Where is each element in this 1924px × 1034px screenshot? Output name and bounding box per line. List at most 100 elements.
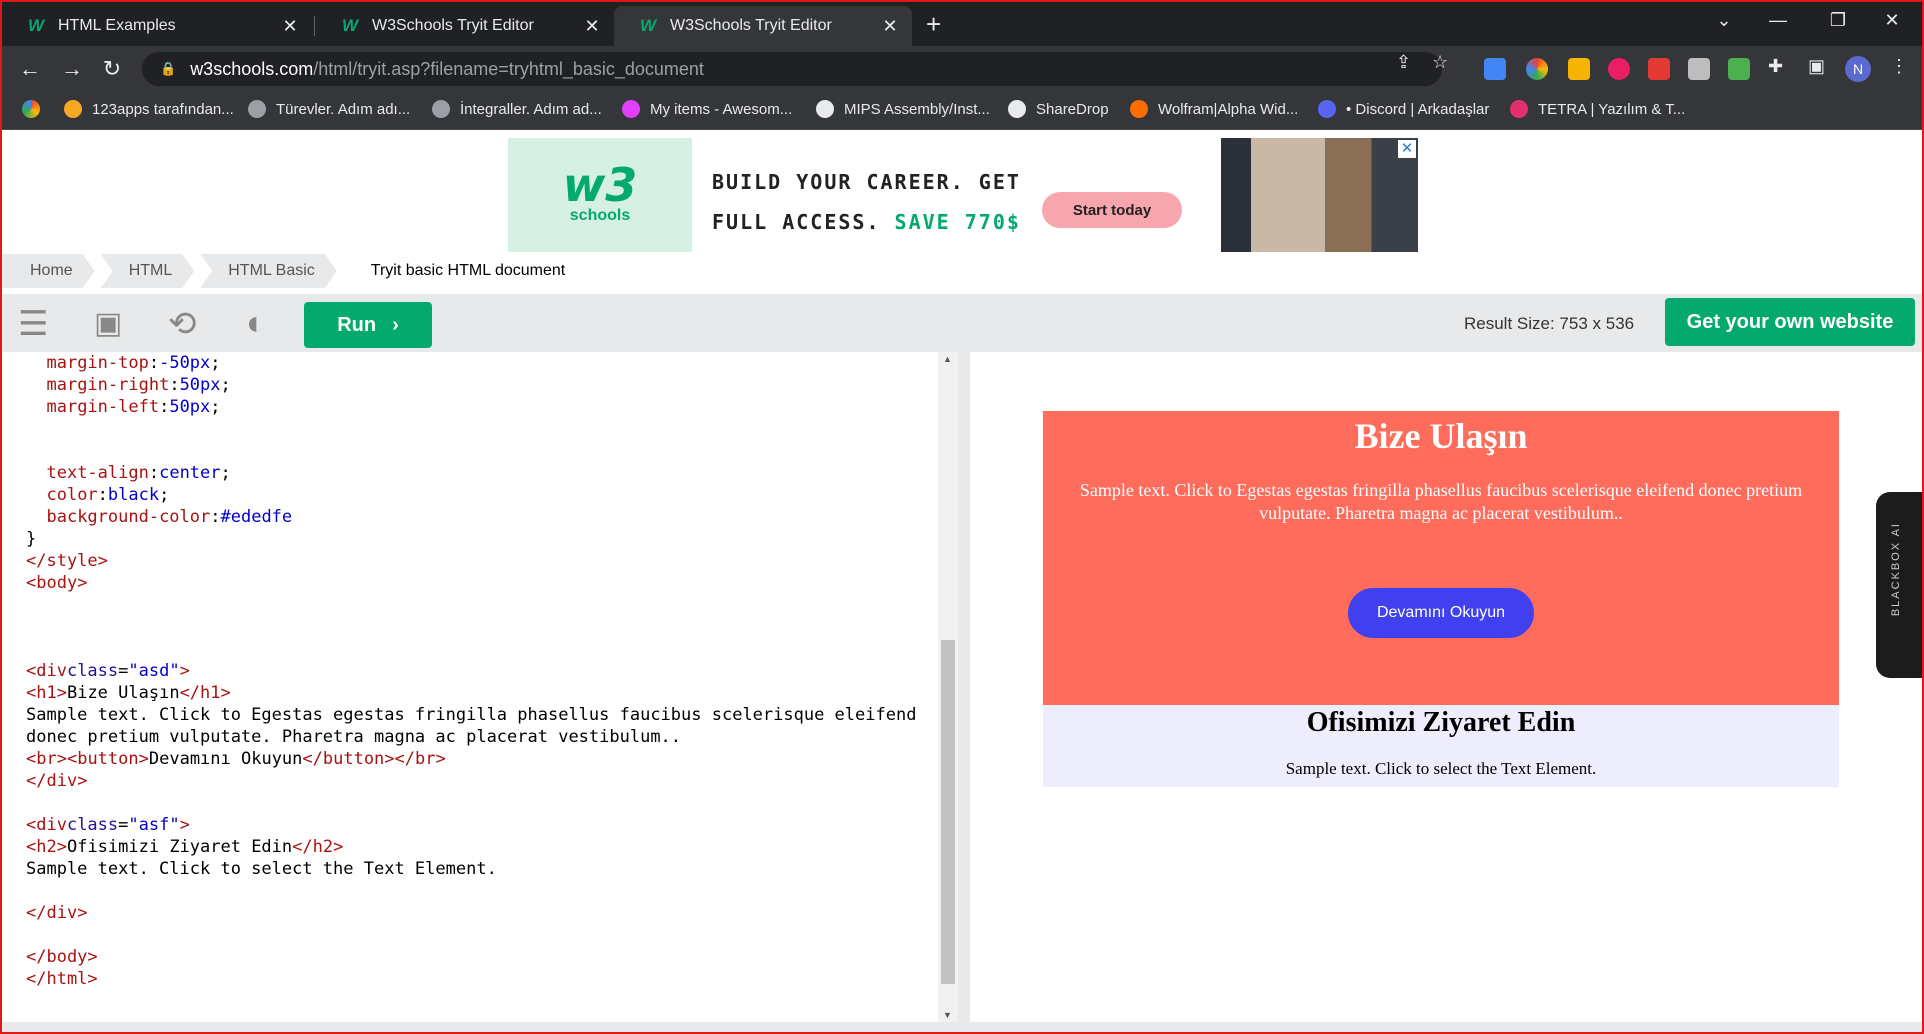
scroll-up-icon[interactable]: ▲ [943, 354, 952, 364]
bookmark-item[interactable]: Türevler. Adım adı... [248, 100, 410, 118]
tab-title: W3Schools Tryit Editor [372, 17, 534, 34]
reload-icon[interactable]: ↻ [98, 56, 126, 82]
get-website-button[interactable]: Get your own website [1665, 298, 1915, 346]
bookmark-favicon-icon [816, 100, 834, 118]
forward-icon[interactable]: → [58, 56, 86, 82]
translate-extension-icon[interactable] [1484, 58, 1506, 80]
bookmark-label: MIPS Assembly/Inst... [844, 100, 990, 118]
code-line[interactable]: <h2>Ofisimizi Ziyaret Edin</h2> [26, 836, 916, 858]
bookmark-item[interactable]: 123apps tarafından... [64, 100, 234, 118]
breadcrumb-html-basic[interactable]: HTML Basic [200, 254, 337, 288]
code-line[interactable] [26, 924, 916, 946]
code-line[interactable]: Sample text. Click to select the Text El… [26, 858, 916, 880]
extension-icon[interactable] [1568, 58, 1590, 80]
code-line[interactable] [26, 616, 916, 638]
new-tab-button[interactable]: + [926, 11, 941, 37]
editor-scrollbar[interactable]: ▲ ▼ [938, 352, 958, 1022]
code-line[interactable]: </div> [26, 770, 916, 792]
tab-tryit-editor-2[interactable]: W W3Schools Tryit Editor ✕ [614, 6, 912, 46]
bookmark-label: Türevler. Adım adı... [276, 100, 411, 118]
code-line[interactable] [26, 440, 916, 462]
video-extension-icon[interactable] [1648, 58, 1670, 80]
bookmark-item[interactable]: İntegraller. Adım ad... [432, 100, 602, 118]
code-line[interactable]: </body> [26, 946, 916, 968]
code-line[interactable]: color:black; [26, 484, 916, 506]
rotate-layout-icon[interactable]: ⟲ [168, 304, 197, 344]
start-today-button[interactable]: Start today [1042, 192, 1182, 228]
browser-toolbar: ← → ↻ 🔒 w3schools.com/html/tryit.asp?fil… [2, 46, 1922, 92]
color-extension-icon[interactable] [1526, 58, 1548, 80]
pane-divider[interactable] [958, 352, 970, 1032]
url-path: /html/tryit.asp?filename=tryhtml_basic_d… [313, 58, 704, 79]
ad-close-icon[interactable]: ✕ [1398, 140, 1416, 158]
ad-save-text: SAVE 770$ [894, 210, 1021, 234]
side-panel-icon[interactable]: ▣ [1808, 56, 1825, 77]
code-line[interactable]: margin-right:50px; [26, 374, 916, 396]
result-paragraph-2: Sample text. Click to select the Text El… [1285, 759, 1597, 778]
close-tab-icon[interactable]: ✕ [880, 16, 900, 37]
address-bar[interactable]: 🔒 w3schools.com/html/tryit.asp?filename=… [142, 52, 1442, 86]
bookmark-item[interactable]: TETRA | Yazılım & T... [1510, 100, 1685, 118]
code-line[interactable]: </div> [26, 902, 916, 924]
bookmark-favicon-icon [1318, 100, 1336, 118]
save-icon[interactable]: ▣ [94, 306, 122, 341]
code-line[interactable]: margin-left:50px; [26, 396, 916, 418]
profile-avatar[interactable]: N [1845, 56, 1871, 82]
scrollbar-thumb[interactable] [941, 640, 955, 984]
bookmark-item[interactable]: MIPS Assembly/Inst... [816, 100, 990, 118]
menu-kebab-icon[interactable]: ⋮ [1890, 56, 1908, 77]
code-content[interactable]: margin-top:-50px; margin-right:50px; mar… [26, 352, 916, 990]
share-icon[interactable]: ⇪ [1396, 52, 1411, 73]
code-line[interactable]: text-align:center; [26, 462, 916, 484]
blackbox-ai-widget[interactable]: BLACKBOX AI [1876, 492, 1922, 678]
code-line[interactable]: <h1>Bize Ulaşın</h1> [26, 682, 916, 704]
code-line[interactable]: <br><button>Devamını Okuyun</button></br… [26, 748, 916, 770]
extension-icon[interactable] [1688, 58, 1710, 80]
code-line[interactable]: background-color:#ededfe [26, 506, 916, 528]
code-line[interactable]: Sample text. Click to Egestas egestas fr… [26, 704, 916, 726]
bookmark-item[interactable]: • Discord | Arkadaşlar [1318, 100, 1489, 118]
result-size: Result Size: 753 x 536 [1464, 314, 1635, 333]
code-line[interactable]: donec pretium vulputate. Pharetra magna … [26, 726, 916, 748]
close-tab-icon[interactable]: ✕ [280, 16, 300, 37]
code-line[interactable] [26, 638, 916, 660]
breadcrumb-html[interactable]: HTML [101, 254, 195, 288]
menu-hamburger-icon[interactable]: ☰ [18, 304, 48, 344]
code-line[interactable]: <divclass="asf"> [26, 814, 916, 836]
bookmark-item[interactable]: ShareDrop [1008, 100, 1109, 118]
code-line[interactable]: </style> [26, 550, 916, 572]
extensions-puzzle-icon[interactable]: ✚ [1768, 56, 1783, 77]
code-line[interactable]: margin-top:-50px; [26, 352, 916, 374]
tab-search-icon[interactable]: ⌄ [1704, 10, 1744, 31]
code-line[interactable]: <divclass="asd"> [26, 660, 916, 682]
code-line[interactable] [26, 880, 916, 902]
restore-button[interactable]: ❐ [1818, 10, 1858, 31]
bookmark-item[interactable]: My items - Awesom... [622, 100, 792, 118]
code-editor[interactable]: margin-top:-50px; margin-right:50px; mar… [16, 352, 958, 1022]
run-button[interactable]: Run › [304, 302, 432, 348]
extension-icon[interactable] [1728, 58, 1750, 80]
code-line[interactable]: </html> [26, 968, 916, 990]
bookmark-star-icon[interactable]: ☆ [1432, 52, 1448, 73]
read-more-button[interactable]: Devamını Okuyun [1348, 588, 1534, 638]
minimize-button[interactable]: — [1758, 10, 1798, 31]
advertisement-banner[interactable]: w3 schools BUILD YOUR CAREER. GET FULL A… [508, 138, 1418, 252]
google-bookmark[interactable] [22, 100, 50, 118]
tab-strip: W HTML Examples ✕ W W3Schools Tryit Edit… [2, 2, 1922, 46]
extension-icon[interactable] [1608, 58, 1630, 80]
code-line[interactable] [26, 594, 916, 616]
tab-html-examples[interactable]: W HTML Examples ✕ [2, 6, 312, 46]
close-window-button[interactable]: ✕ [1872, 10, 1912, 31]
close-tab-icon[interactable]: ✕ [582, 16, 602, 37]
bookmark-favicon-icon [1510, 100, 1528, 118]
breadcrumb-home[interactable]: Home [2, 254, 95, 288]
code-line[interactable]: <body> [26, 572, 916, 594]
code-line[interactable] [26, 792, 916, 814]
code-line[interactable]: } [26, 528, 916, 550]
bookmark-item[interactable]: Wolfram|Alpha Wid... [1130, 100, 1298, 118]
theme-toggle-icon[interactable]: ◐ [246, 304, 267, 343]
code-line[interactable] [26, 418, 916, 440]
tab-tryit-editor-1[interactable]: W W3Schools Tryit Editor ✕ [316, 6, 614, 46]
scroll-down-icon[interactable]: ▼ [943, 1010, 952, 1020]
back-icon[interactable]: ← [16, 56, 44, 82]
